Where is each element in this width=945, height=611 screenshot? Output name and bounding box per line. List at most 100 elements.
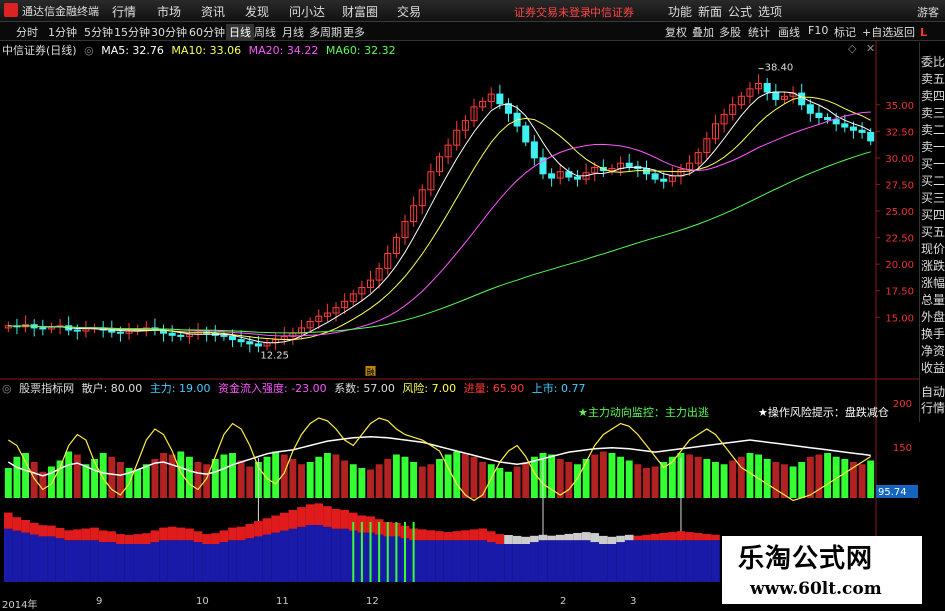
sidebar-item[interactable]: 买三 [921, 190, 945, 206]
sidebar-item[interactable]: 买一 [921, 156, 945, 172]
flow-base-bar [616, 542, 625, 582]
flow-base-bar [297, 526, 306, 582]
sidebar-auto[interactable]: 自动 [921, 384, 945, 400]
osc-bar [211, 459, 219, 498]
tab-15min[interactable]: 15分钟 [114, 24, 150, 40]
coef-label: 系数: 57.00 [334, 382, 395, 395]
sidebar-item[interactable]: 买五 [921, 224, 945, 240]
tab-multi-period[interactable]: 多周期 [309, 24, 342, 40]
menu-item-caifuquan[interactable]: 财富圈 [342, 3, 378, 20]
sidebar-item[interactable]: 卖五 [921, 71, 945, 87]
flow-base-bar [512, 544, 522, 582]
tab-more[interactable]: 更多 [343, 24, 365, 40]
date-label: 2 [560, 596, 567, 607]
toolbar-back-button[interactable]: 返回 [893, 24, 915, 40]
flow-top-bar [443, 532, 453, 541]
toolbar-diejia-button[interactable]: 叠加 [692, 24, 714, 40]
flow-base-bar [478, 540, 487, 582]
tab-1min[interactable]: 1分钟 [48, 24, 77, 40]
tab-weekly[interactable]: 周线 [254, 24, 276, 40]
menu-item-gongneng[interactable]: 功能 [668, 3, 692, 20]
tab-daily[interactable]: 日线 [226, 24, 254, 40]
toolbar-zixuan-button[interactable]: +自选 [862, 24, 893, 40]
tab-60min[interactable]: 60分钟 [189, 24, 225, 40]
sidebar-item[interactable]: 现价 [921, 241, 945, 257]
sidebar-item[interactable]: 净资 [921, 343, 945, 359]
toolbar-f10-button[interactable]: F10 [808, 24, 828, 37]
flow-top-bar [478, 528, 487, 541]
indicator-axis-label: 200 [893, 399, 912, 410]
menu-item-hangqing[interactable]: 行情 [112, 3, 136, 20]
settings-icon[interactable]: ◇ [848, 42, 856, 55]
sidebar-item[interactable]: 委比 [921, 54, 945, 70]
margin-flag: L [920, 26, 928, 39]
toolbar-fuquan-button[interactable]: 复权 [665, 24, 687, 40]
sidebar-item[interactable]: 买四 [921, 207, 945, 223]
osc-bar [263, 456, 271, 498]
menu-item-shichang[interactable]: 市场 [157, 3, 181, 20]
sidebar-item[interactable]: 收益 [921, 360, 945, 376]
osc-bar [453, 451, 461, 498]
flow-base-bar [340, 528, 349, 582]
sidebar-item[interactable]: 卖二 [921, 122, 945, 138]
tab-monthly[interactable]: 月线 [282, 24, 304, 40]
menu-item-zixun[interactable]: 资讯 [201, 3, 225, 20]
tab-5min[interactable]: 5分钟 [84, 24, 113, 40]
sidebar-item[interactable]: 买二 [921, 173, 945, 189]
sidebar-item[interactable]: 换手 [921, 326, 945, 342]
flow-top-bar [193, 531, 203, 543]
toolbar-duogu-button[interactable]: 多股 [719, 24, 741, 40]
menu-item-gongshi[interactable]: 公式 [728, 3, 752, 20]
candle-body [763, 83, 771, 93]
osc-bar [634, 464, 642, 498]
sidebar-item[interactable]: 涨跌 [921, 258, 945, 274]
guest-label[interactable]: 游客 [917, 4, 939, 20]
candle-body [841, 123, 849, 128]
flow-top-bar [81, 528, 91, 541]
menu-item-faxian[interactable]: 发现 [245, 3, 269, 20]
flow-base-bar [685, 540, 694, 582]
flow-base-bar [702, 540, 712, 582]
ma10-label: MA10: 33.06 [171, 44, 242, 57]
flow-base-bar [495, 544, 505, 582]
flow-top-bar [288, 509, 298, 529]
menu-item-wenxiaoda[interactable]: 问小达 [289, 3, 325, 20]
flow-spike-bar [378, 522, 381, 582]
flow-top-bar [624, 534, 634, 541]
tab-fenshi[interactable]: 分时 [16, 24, 38, 40]
menu-item-jiaoyi[interactable]: 交易 [397, 3, 421, 20]
flow-top-bar [133, 534, 142, 544]
sidebar-hangqing[interactable]: 行情 [921, 400, 945, 416]
menu-item-xinmian[interactable]: 新面 [698, 3, 722, 20]
tab-30min[interactable]: 30分钟 [151, 24, 187, 40]
flow-top-bar [590, 533, 600, 543]
flow-top-bar [38, 525, 48, 537]
flow-base-bar [254, 536, 263, 582]
sidebar-item[interactable]: 卖一 [921, 139, 945, 155]
osc-bar [712, 462, 719, 498]
flow-top-bar [210, 533, 220, 544]
flow-top-bar [314, 503, 324, 525]
sidebar-item[interactable]: 卖三 [921, 105, 945, 121]
menu-item-xuanxiang[interactable]: 选项 [758, 3, 782, 20]
close-icon[interactable]: ✕ [866, 42, 875, 55]
app-title: 通达信金融终端 [22, 5, 99, 18]
sidebar-item[interactable]: 涨幅 [921, 275, 945, 291]
flow-top-bar [599, 535, 608, 544]
toolbar-huaxian-button[interactable]: 画线 [778, 24, 800, 40]
osc-bar [470, 456, 478, 498]
trade-login-notice[interactable]: 证券交易未登录 [514, 4, 591, 20]
margin-flag-text: 融 [367, 367, 375, 377]
sidebar-item[interactable]: 总量 [921, 292, 945, 308]
flow-top-bar [486, 531, 496, 543]
osc-bar [384, 459, 392, 498]
sidebar-item[interactable]: 外盘 [921, 309, 945, 325]
osc-bar [272, 451, 280, 498]
flow-top-bar [254, 521, 263, 537]
toolbar-tongji-button[interactable]: 统计 [748, 24, 770, 40]
price-axis-label: 32.50 [885, 127, 914, 138]
sidebar-item[interactable]: 卖四 [921, 88, 945, 104]
kline-chart[interactable]: 38.40 12.25 融 35.00 32.50 30.00 27.50 25.00 22.… [0, 40, 920, 596]
toolbar-biaoji-button[interactable]: 标记 [834, 24, 856, 40]
flow-base-bar [90, 540, 99, 582]
